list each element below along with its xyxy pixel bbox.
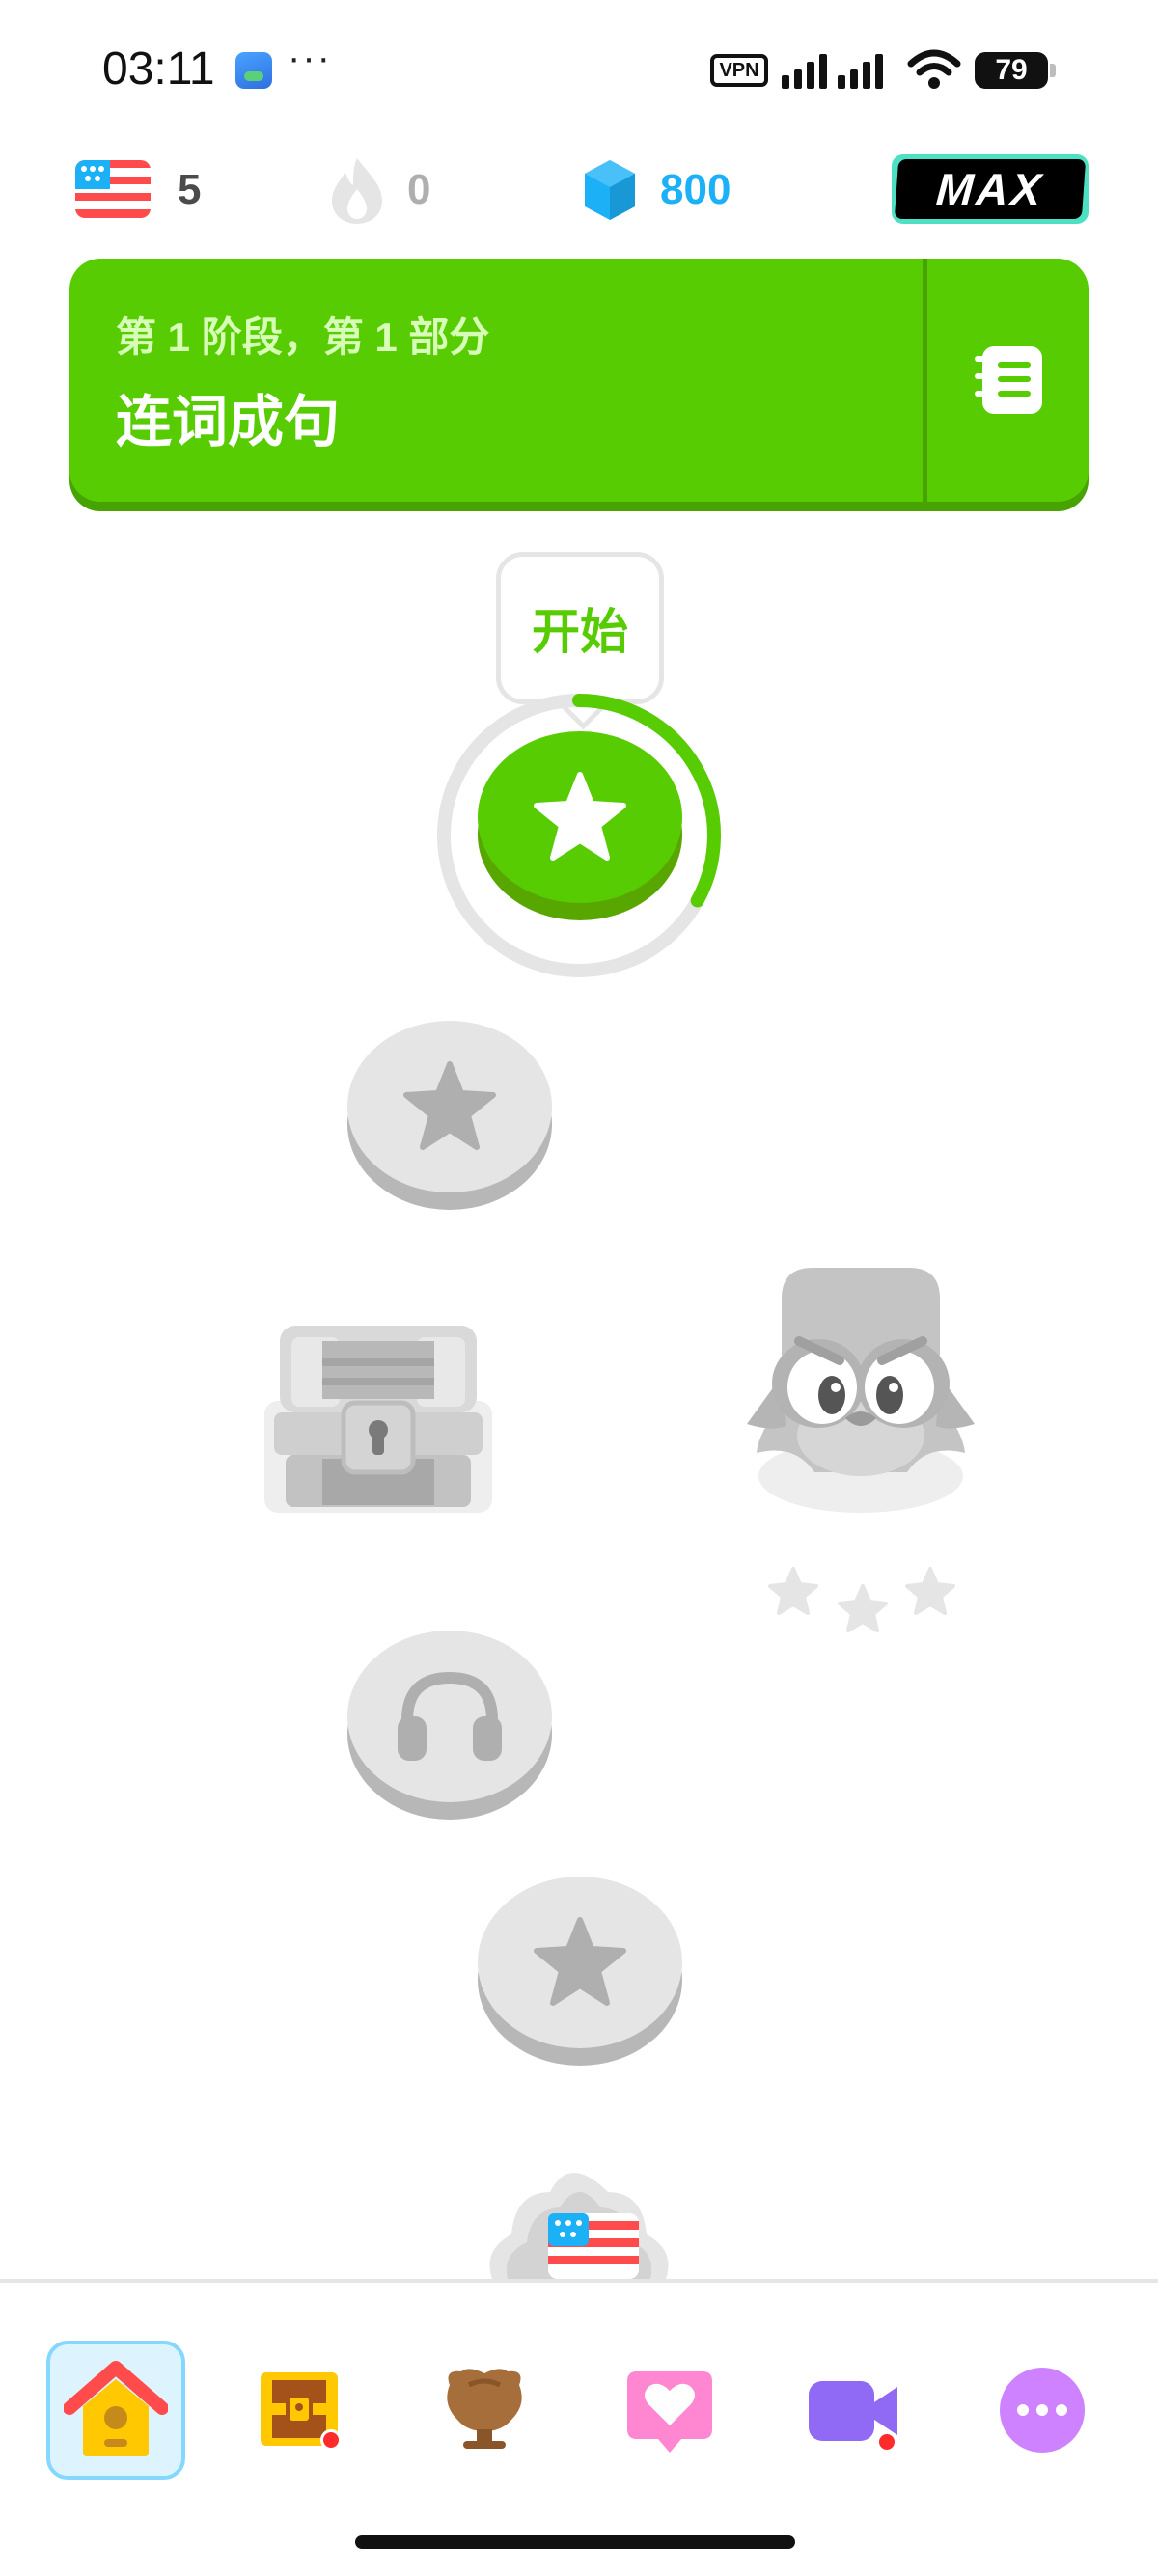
signal-icon — [782, 48, 883, 89]
unit-title: 连词成句 — [116, 391, 341, 453]
checkpoint-flag-icon[interactable] — [473, 2153, 685, 2279]
lesson-node-locked-star[interactable] — [478, 1877, 682, 2066]
status-time: 03:11 — [102, 43, 215, 95]
status-more-dots: ··· — [288, 37, 332, 79]
home-icon — [64, 2361, 168, 2456]
owl-character-icon — [747, 1268, 975, 1513]
unit-subtitle: 第 1 阶段，第 1 部分 — [116, 315, 490, 360]
guidebook-button[interactable] — [927, 259, 1089, 502]
bottom-nav — [0, 2283, 1158, 2576]
lesson-node-active[interactable] — [478, 731, 682, 920]
battery-cap — [1050, 64, 1056, 77]
course-count[interactable]: 5 — [178, 166, 201, 214]
unit-header-card[interactable]: 第 1 阶段，第 1 部分 连词成句 — [69, 259, 1089, 502]
streak-count[interactable]: 0 — [407, 166, 430, 214]
star-icon — [534, 1917, 626, 2006]
nav-treasure[interactable] — [230, 2341, 369, 2480]
app-notification-icon — [235, 52, 272, 89]
streak-flame-icon[interactable] — [328, 154, 386, 226]
gem-icon[interactable] — [583, 158, 637, 222]
star-icon — [534, 772, 626, 861]
vpn-icon: VPN — [710, 54, 768, 87]
stats-bar: 5 0 800 MAX — [0, 145, 1158, 241]
lesson-node-locked-listening[interactable] — [347, 1631, 552, 1820]
nav-home[interactable] — [46, 2341, 185, 2480]
lesson-node-locked-star[interactable] — [347, 1021, 552, 1210]
max-badge[interactable]: MAX — [892, 154, 1089, 224]
nav-hearts[interactable] — [600, 2341, 739, 2480]
guidebook-icon — [974, 346, 1042, 414]
nav-more[interactable] — [973, 2341, 1112, 2480]
home-indicator[interactable] — [355, 2535, 795, 2549]
treasure-chest-icon[interactable] — [262, 1324, 494, 1517]
nav-leaderboard[interactable] — [415, 2341, 554, 2480]
max-label: MAX — [894, 159, 1087, 219]
gem-count[interactable]: 800 — [660, 166, 731, 214]
status-bar: 03:11 ··· VPN 79 — [0, 0, 1158, 135]
start-tooltip[interactable]: 开始 — [496, 552, 664, 704]
more-icon — [1000, 2368, 1085, 2453]
nav-video-call[interactable] — [784, 2341, 923, 2480]
us-flag-icon[interactable] — [75, 160, 151, 218]
wifi-icon — [907, 49, 961, 89]
battery-icon: 79 — [975, 52, 1048, 89]
leaderboard-icon — [447, 2369, 522, 2449]
headphones-icon — [398, 1671, 502, 1761]
star-icon — [403, 1061, 496, 1150]
owl-stars-icon — [768, 1567, 955, 1632]
hearts-icon — [627, 2371, 712, 2453]
nav-treasure-badge — [320, 2429, 342, 2451]
nav-video-call-badge — [876, 2431, 897, 2453]
